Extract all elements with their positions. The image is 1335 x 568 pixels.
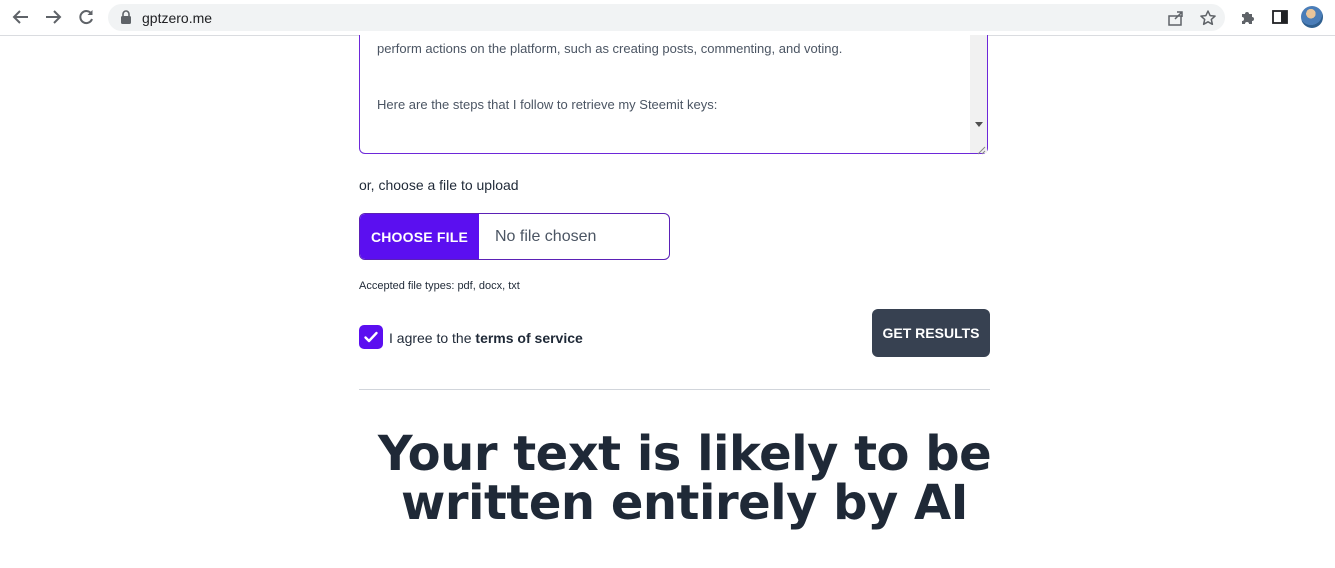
upload-label: or, choose a file to upload: [359, 177, 519, 193]
share-icon[interactable]: [1166, 8, 1186, 28]
accepted-file-types: Accepted file types: pdf, docx, txt: [359, 280, 520, 292]
textarea-scrollbar[interactable]: [970, 35, 987, 153]
textarea-line: Here are the steps that I follow to retr…: [377, 97, 718, 112]
choose-file-button[interactable]: CHOOSE FILE: [360, 214, 479, 259]
terms-prefix: I agree to the: [389, 330, 472, 346]
resize-handle-icon[interactable]: [976, 142, 986, 155]
forward-arrow-icon[interactable]: [42, 6, 64, 28]
get-results-button[interactable]: GET RESULTS: [872, 309, 990, 357]
textarea-line: perform actions on the platform, such as…: [377, 41, 843, 56]
lock-icon[interactable]: [120, 10, 132, 29]
text-input-area[interactable]: perform actions on the platform, such as…: [359, 35, 988, 155]
terms-checkbox[interactable]: [359, 325, 383, 349]
puzzle-icon[interactable]: [1238, 7, 1258, 27]
file-input[interactable]: CHOOSE FILE No file chosen: [359, 213, 670, 260]
checkmark-icon: [364, 331, 378, 343]
file-status: No file chosen: [495, 227, 597, 245]
avatar[interactable]: [1301, 6, 1323, 28]
back-arrow-icon[interactable]: [10, 6, 32, 28]
side-panel-icon[interactable]: [1270, 7, 1290, 27]
star-icon[interactable]: [1198, 8, 1218, 28]
divider: [359, 389, 990, 390]
address-bar[interactable]: gptzero.me: [108, 4, 1225, 31]
reload-icon[interactable]: [75, 6, 97, 28]
terms-of-service-link[interactable]: terms of service: [475, 330, 582, 346]
result-heading: Your text is likely to be written entire…: [377, 426, 992, 531]
scroll-down-arrow-icon[interactable]: [975, 122, 983, 127]
browser-toolbar: gptzero.me: [0, 0, 1335, 36]
url-text[interactable]: gptzero.me: [142, 10, 212, 26]
terms-label: I agree to the terms of service: [389, 330, 583, 346]
